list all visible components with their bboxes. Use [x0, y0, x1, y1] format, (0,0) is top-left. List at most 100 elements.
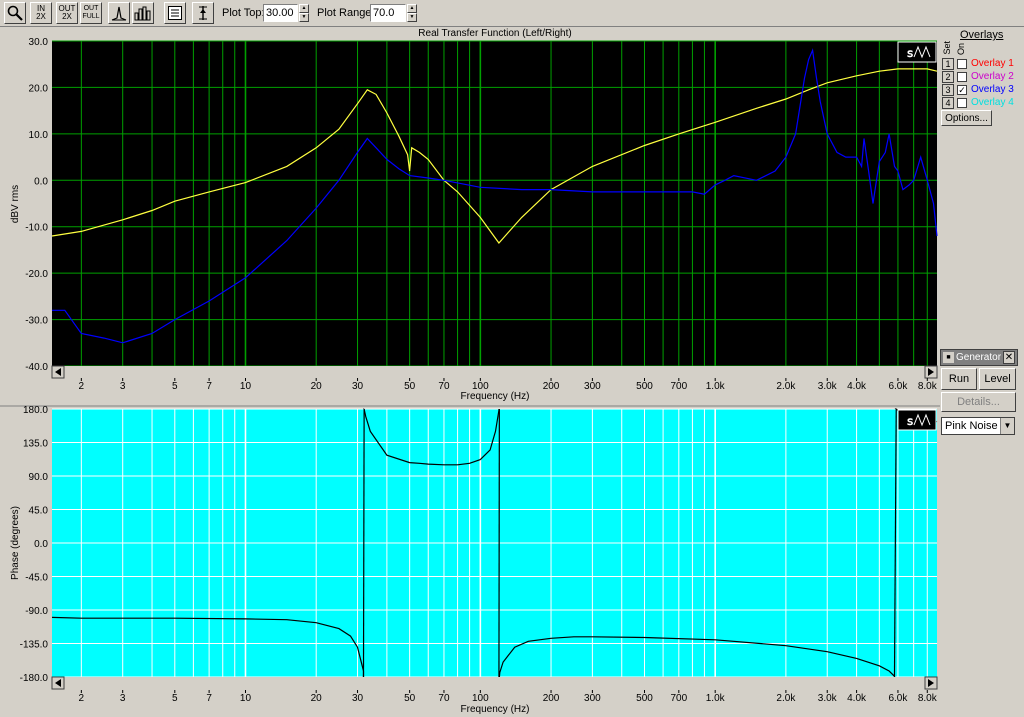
- plot-range-spinner[interactable]: ▲ ▼: [407, 4, 417, 22]
- generator-run-button[interactable]: Run: [941, 368, 977, 390]
- magnitude-chart: Real Transfer Function (Left/Right) 30.0…: [10, 28, 938, 402]
- scroll-right-button[interactable]: [924, 365, 938, 379]
- cursor-icon: [199, 6, 207, 20]
- x-tick-label: 300: [584, 381, 601, 392]
- zoom-out-2x-icon: OUT 2X: [58, 4, 76, 21]
- scroll-left-button[interactable]: [51, 365, 65, 379]
- phase-x-axis-label: Frequency (Hz): [461, 704, 530, 715]
- y-tick-label: -135.0: [20, 640, 49, 651]
- bars-button[interactable]: [132, 2, 154, 24]
- y-tick-label: -40.0: [25, 362, 48, 373]
- generator-level-button[interactable]: Level: [979, 368, 1016, 390]
- overlay-set-button[interactable]: 4: [942, 97, 954, 109]
- y-tick-label: 10.0: [29, 130, 49, 141]
- generator-signal-select[interactable]: Pink Noise ▼: [941, 417, 1015, 435]
- plot-range-label: Plot Range:: [317, 7, 375, 19]
- overlay-set-button[interactable]: 2: [942, 71, 954, 83]
- spin-up-icon[interactable]: ▲: [299, 4, 309, 13]
- plot-range-input[interactable]: [370, 4, 406, 22]
- generator-details-button[interactable]: Details...: [941, 392, 1016, 412]
- magnitude-y-axis-label: dBV rms: [10, 185, 21, 223]
- peak-button[interactable]: [108, 2, 130, 24]
- zoom-out-full-button[interactable]: OUT FULL: [80, 2, 102, 24]
- phase-wrap-line: [362, 408, 365, 678]
- zoom-out-2x-button[interactable]: OUT 2X: [56, 2, 78, 24]
- y-tick-label: -45.0: [25, 573, 48, 584]
- overlay-set-button[interactable]: 1: [942, 58, 954, 70]
- overlays-on-column: On: [956, 43, 966, 56]
- x-tick-label: 2.0k: [776, 693, 796, 704]
- overlays-header: Overlays: [960, 29, 1004, 41]
- x-tick-label: 10: [240, 693, 252, 704]
- y-tick-label: 135.0: [23, 439, 48, 450]
- phase-scrollbar[interactable]: [52, 677, 937, 689]
- x-tick-label: 5: [172, 381, 178, 392]
- x-tick-label: 1.0k: [706, 693, 726, 704]
- zoom-button[interactable]: [4, 2, 26, 24]
- overlay-row-1: 1 Overlay 1: [940, 58, 1024, 71]
- x-tick-label: 7: [206, 693, 212, 704]
- overlay-options-button[interactable]: Options...: [941, 110, 992, 126]
- x-tick-label: 3.0k: [818, 693, 838, 704]
- x-tick-label: 2: [79, 381, 85, 392]
- spin-down-icon[interactable]: ▼: [299, 13, 309, 22]
- x-tick-label: 200: [543, 693, 560, 704]
- x-tick-label: 6.0k: [888, 693, 908, 704]
- magnitude-x-axis-label: Frequency (Hz): [461, 391, 530, 402]
- right-panel: Overlays Set On 1 Overlay 1 2 Overlay 2 …: [940, 27, 1024, 717]
- scroll-left-button[interactable]: [51, 676, 65, 690]
- magnitude-plot-background: [52, 41, 937, 366]
- x-tick-label: 50: [404, 693, 416, 704]
- y-tick-label: -30.0: [25, 316, 48, 327]
- overlay-set-button[interactable]: 3: [942, 84, 954, 96]
- magnitude-scrollbar[interactable]: [52, 366, 937, 378]
- x-tick-label: 30: [352, 693, 364, 704]
- overlays-set-column: Set: [942, 41, 952, 55]
- x-tick-label: 20: [311, 693, 323, 704]
- cursor-button[interactable]: [192, 2, 214, 24]
- x-tick-label: 10: [240, 381, 252, 392]
- y-tick-label: -10.0: [25, 223, 48, 234]
- plot-top-input[interactable]: [263, 4, 298, 22]
- scroll-right-button[interactable]: [924, 676, 938, 690]
- y-tick-label: -20.0: [25, 269, 48, 280]
- x-tick-label: 700: [670, 693, 687, 704]
- y-tick-label: 30.0: [29, 37, 49, 48]
- legend-button[interactable]: [164, 2, 186, 24]
- x-tick-label: 20: [311, 381, 323, 392]
- plot-area: Real Transfer Function (Left/Right) 30.0…: [0, 28, 940, 715]
- zoom-in-2x-icon: IN 2X: [36, 4, 46, 21]
- x-tick-label: 7: [206, 381, 212, 392]
- generator-window-icon: ■: [943, 352, 954, 363]
- overlay-checkbox[interactable]: [957, 98, 967, 108]
- x-tick-label: 3.0k: [818, 381, 838, 392]
- phase-chart: 180.0 135.0 90.0 45.0 0.0 -45.0 -90.0 -135.0 -18…: [10, 405, 938, 715]
- plot-top-label: Plot Top:: [222, 7, 265, 19]
- plot-top-spinner[interactable]: ▲ ▼: [299, 4, 309, 22]
- overlay-row-3: 3 ✓ Overlay 3: [940, 84, 1024, 97]
- x-tick-label: 6.0k: [888, 381, 908, 392]
- x-tick-label: 3: [120, 381, 126, 392]
- close-icon[interactable]: ✕: [1003, 351, 1015, 364]
- zoom-in-2x-button[interactable]: IN 2X: [30, 2, 52, 24]
- overlay-row-4: 4 Overlay 4: [940, 97, 1024, 110]
- overlay-checkbox[interactable]: [957, 59, 967, 69]
- zoom-out-full-icon: OUT FULL: [82, 5, 100, 20]
- spin-up-icon[interactable]: ▲: [407, 4, 417, 13]
- peak-icon: [111, 6, 127, 21]
- scale-toggle-icon: ꜱ: [907, 46, 913, 60]
- overlay-checkbox[interactable]: [957, 72, 967, 82]
- overlay-name: Overlay 3: [971, 84, 1014, 95]
- scale-toggle-button[interactable]: ꜱ: [897, 409, 937, 431]
- scale-toggle-button[interactable]: ꜱ: [897, 41, 937, 63]
- y-tick-label: 90.0: [29, 472, 49, 483]
- y-tick-label: 45.0: [29, 506, 49, 517]
- x-tick-label: 70: [438, 381, 450, 392]
- overlay-checkbox[interactable]: ✓: [957, 85, 967, 95]
- generator-titlebar[interactable]: ■ Generator ✕: [940, 349, 1018, 366]
- x-tick-label: 3: [120, 693, 126, 704]
- x-tick-label: 200: [543, 381, 560, 392]
- bars-icon: [134, 6, 151, 21]
- y-tick-label: 0.0: [34, 539, 48, 550]
- spin-down-icon[interactable]: ▼: [407, 13, 417, 22]
